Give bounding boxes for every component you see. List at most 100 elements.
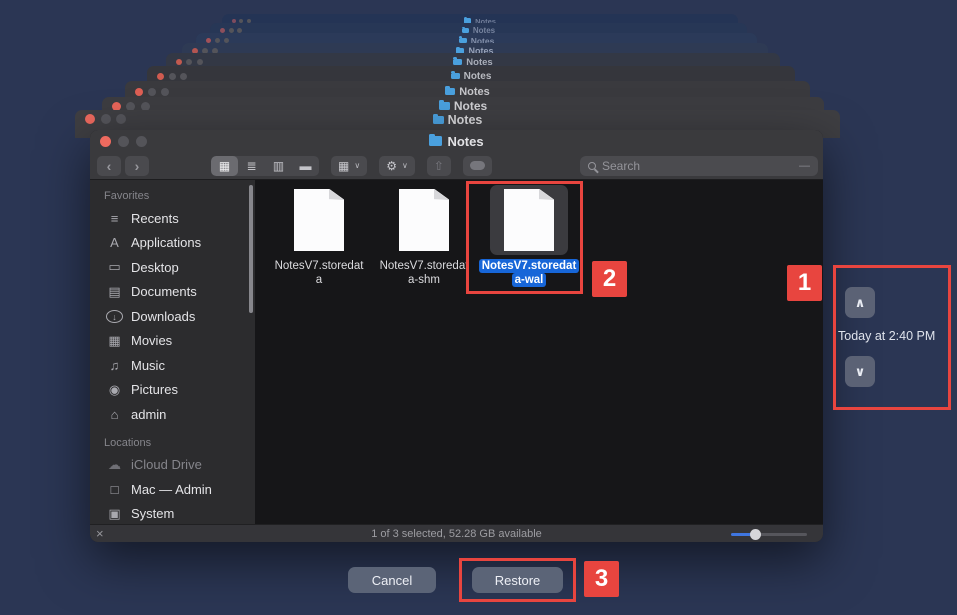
favorites-section-label: Favorites [104,190,150,202]
icon-size-slider[interactable] [731,528,807,540]
file-name-line: NotesV7.storedat [274,260,364,272]
nav-buttons: ‹ › [97,155,149,176]
search-scope-dash: — [799,160,810,172]
forward-icon: › [134,157,140,174]
file-notesv7-storedata-shm[interactable]: NotesV7.storedat a-shm [372,185,476,287]
sidebar-item-recents[interactable]: ≡ Recents [90,206,255,231]
finder-window: Notes ‹ › ▦ ≣ ▥ ▬ ▦ ∨ ⚙ ∨ ⇧ Search — Fav… [90,130,823,542]
sidebar: Favorites ≡ Recents A Applications ▭ Deskto… [90,180,255,524]
share-button[interactable]: ⇧ [426,155,451,176]
sidebar-item-mac-admin[interactable]: □ Mac — Admin [90,477,255,502]
window-title-text: Notes [447,133,484,149]
sidebar-scrollbar[interactable] [249,185,253,313]
slider-knob[interactable] [750,528,761,540]
cloud-icon: ☁ [108,456,121,472]
annotation-box-1 [833,265,951,410]
tag-icon [469,161,485,170]
cancel-button[interactable]: Cancel [348,567,436,593]
group-by-button[interactable]: ▦ ∨ [331,155,368,176]
sidebar-item-label: Mac — Admin [131,481,212,497]
gear-icon: ⚙ [386,158,397,173]
list-view-button[interactable]: ≣ [238,156,265,176]
file-name: NotesV7.storedat a [272,259,367,287]
annotation-box-2 [466,181,583,294]
file-name-line: a-shm [408,274,440,286]
chevron-down-icon: ∨ [401,161,408,170]
title-bar[interactable]: Notes [90,130,823,152]
search-icon [588,162,596,170]
gallery-view-icon: ▬ [299,158,312,173]
music-icon: ♫ [109,357,120,373]
sidebar-item-label: Pictures [131,382,178,398]
status-bar: × 1 of 3 selected, 52.28 GB available [90,524,823,542]
sidebar-item-label: Movies [131,333,173,349]
annotation-label-1: 1 [787,265,822,301]
sidebar-item-admin[interactable]: ⌂ admin [90,402,255,427]
document-icon [399,189,449,251]
sidebar-item-label: Recents [131,210,179,226]
pictures-icon: ◉ [108,381,121,397]
window-title: Notes [147,71,795,82]
recents-icon: ≡ [110,210,119,226]
applications-icon: A [110,235,119,251]
back-icon: ‹ [106,157,112,174]
sidebar-item-label: Documents [131,284,197,300]
sidebar-item-label: Downloads [131,308,196,324]
sidebar-item-label: admin [131,406,167,422]
status-text: 1 of 3 selected, 52.28 GB available [371,527,542,540]
downloads-icon: ↓ [106,309,123,323]
sidebar-item-music[interactable]: ♫ Music [90,353,255,378]
home-icon: ⌂ [110,406,119,422]
back-button[interactable]: ‹ [97,155,121,176]
folder-icon [453,57,463,66]
folder-icon [429,133,443,146]
file-icon-wrap [385,185,463,255]
forward-button[interactable]: › [125,155,149,176]
sidebar-item-movies[interactable]: ▦ Movies [90,329,255,354]
sidebar-item-system[interactable]: ▣ System [90,502,255,525]
locations-section-label: Locations [104,436,152,449]
sidebar-item-label: Desktop [131,259,179,275]
grid-view-icon: ▦ [218,158,231,173]
search-input[interactable]: Search — [580,156,818,176]
window-title: Notes [90,134,823,149]
sidebar-item-icloud-drive[interactable]: ☁ iCloud Drive [90,453,255,478]
view-switcher: ▦ ≣ ▥ ▬ [211,155,319,176]
chevron-down-icon: ∨ [354,161,361,170]
sidebar-item-label: Music [131,357,165,373]
sidebar-item-label: iCloud Drive [131,457,202,473]
folder-icon [438,100,450,110]
document-icon [294,189,344,251]
annotation-box-3 [459,558,576,602]
annotation-label-3: 3 [584,561,619,597]
column-view-button[interactable]: ▥ [265,156,292,176]
action-menu-button[interactable]: ⚙ ∨ [379,155,415,176]
sidebar-item-label: Applications [131,235,202,251]
file-name-line: NotesV7.storedat [379,260,469,272]
file-notesv7-storedata[interactable]: NotesV7.storedat a [267,185,371,287]
window-title: Notes [75,113,840,127]
window-title-text: Notes [463,70,492,82]
movies-icon: ▦ [108,332,121,348]
window-title-text: Notes [447,113,483,127]
toolbar: ‹ › ▦ ≣ ▥ ▬ ▦ ∨ ⚙ ∨ ⇧ Search — [90,152,823,180]
window-title-text: Notes [459,85,490,98]
group-icon: ▦ [338,158,350,173]
folder-icon [450,71,460,80]
sidebar-item-downloads[interactable]: ↓ Downloads [90,304,255,329]
time-machine-desktop: Notes Notes Notes Notes Notes Notes Note… [0,0,957,615]
sidebar-item-documents[interactable]: ▤ Documents [90,280,255,305]
sidebar-item-pictures[interactable]: ◉ Pictures [90,378,255,403]
sidebar-item-label: System [131,506,175,522]
search-placeholder: Search [602,159,641,173]
icon-view-button[interactable]: ▦ [211,155,238,176]
column-view-icon: ▥ [272,158,285,173]
share-icon: ⇧ [433,158,444,173]
tags-button[interactable] [462,155,492,176]
annotation-label-2: 2 [592,261,627,297]
disk-icon: ▣ [108,505,121,521]
folder-icon [445,86,456,96]
gallery-view-button[interactable]: ▬ [292,156,319,176]
sidebar-item-desktop[interactable]: ▭ Desktop [90,255,255,280]
sidebar-item-applications[interactable]: A Applications [90,231,255,256]
